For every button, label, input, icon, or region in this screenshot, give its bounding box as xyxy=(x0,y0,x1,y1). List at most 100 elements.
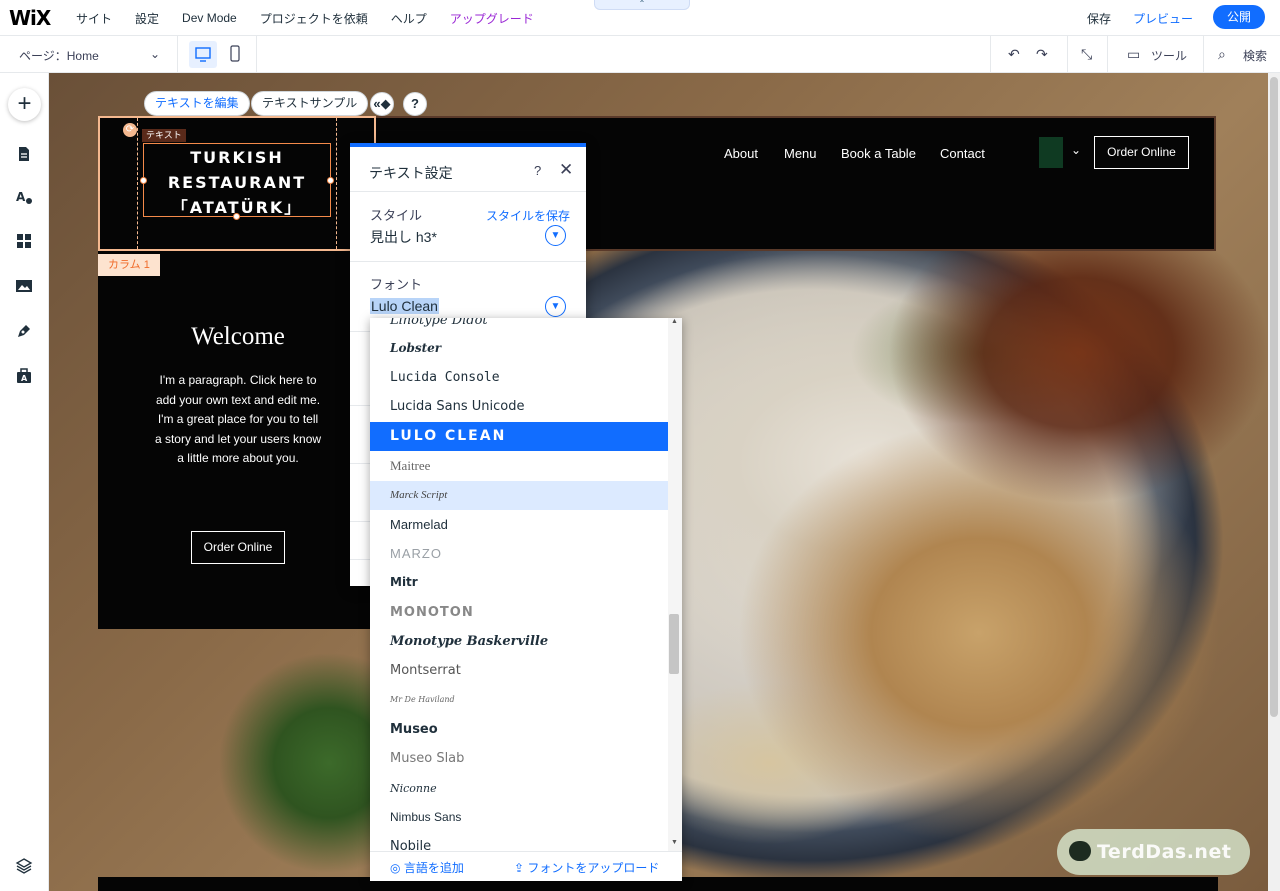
page-selector[interactable]: ページ：Home xyxy=(19,47,99,64)
save-button[interactable]: 保存 xyxy=(1087,10,1111,27)
nav-book-a-table[interactable]: Book a Table xyxy=(841,146,916,161)
chat-icon xyxy=(1069,841,1091,861)
close-icon[interactable]: ✕ xyxy=(559,160,573,180)
canvas-scroll-thumb[interactable] xyxy=(1270,77,1278,717)
font-option-hovered[interactable]: Marck Script xyxy=(370,481,668,510)
font-option[interactable]: Museo Slab xyxy=(370,744,668,773)
pages-icon[interactable] xyxy=(14,144,34,164)
wix-logo[interactable]: WiX xyxy=(9,6,51,30)
divider xyxy=(1203,36,1204,73)
chevron-down-icon[interactable]: ▼ xyxy=(545,225,566,246)
collapse-topbar-tab[interactable]: ⌃ xyxy=(594,0,690,10)
divider xyxy=(177,36,178,73)
menu-settings[interactable]: 設定 xyxy=(135,10,159,27)
text-samples-button[interactable]: テキストサンプル xyxy=(251,91,369,116)
font-option-selected[interactable]: LULO CLEAN xyxy=(370,422,668,451)
publish-button[interactable]: 公開 xyxy=(1213,5,1265,29)
globe-icon: ◎ xyxy=(390,861,404,875)
chevron-down-icon[interactable]: ▼ xyxy=(545,296,566,317)
nav-about[interactable]: About xyxy=(724,146,758,161)
desktop-view-button[interactable] xyxy=(189,41,217,68)
column-label[interactable]: カラム 1 xyxy=(98,254,160,276)
tools-button[interactable]: ツール xyxy=(1151,47,1187,64)
font-option[interactable]: Mitr xyxy=(370,568,668,597)
chevron-down-icon[interactable]: ⌄ xyxy=(1071,143,1081,157)
nav-contact[interactable]: Contact xyxy=(940,146,985,161)
help-icon[interactable]: ? xyxy=(534,163,541,178)
text-element-tag: テキスト xyxy=(142,129,186,142)
font-option[interactable]: Museo xyxy=(370,715,668,744)
font-option[interactable]: Lucida Sans Unicode xyxy=(370,392,668,421)
font-option[interactable]: Lucida Console xyxy=(370,363,668,392)
font-option[interactable]: Lobster xyxy=(370,334,668,363)
text-element-box[interactable] xyxy=(143,143,331,217)
menu-hire[interactable]: プロジェクトを依頼 xyxy=(260,10,368,27)
font-option[interactable]: MARZO xyxy=(370,539,668,568)
font-option[interactable]: Linotype Didot xyxy=(370,318,668,335)
tools-icon[interactable]: ▭ xyxy=(1127,47,1140,61)
column-order-online-button[interactable]: Order Online xyxy=(191,531,285,564)
upload-font-label: フォントをアップロード xyxy=(527,861,660,875)
font-option[interactable]: Monotype Baskerville xyxy=(370,627,668,656)
add-icon[interactable]: + xyxy=(8,88,41,121)
menu-dev-mode[interactable]: Dev Mode xyxy=(182,11,237,25)
language-flag[interactable] xyxy=(1039,137,1063,168)
save-style-link[interactable]: スタイルを保存 xyxy=(486,207,570,224)
style-value[interactable]: 見出し h3* xyxy=(370,227,437,247)
media-icon[interactable] xyxy=(14,276,34,296)
header-order-online-button[interactable]: Order Online xyxy=(1094,136,1189,169)
desktop-icon xyxy=(195,47,211,62)
zoom-out-icon[interactable]: ⤡ xyxy=(1081,47,1092,61)
scroll-down-icon[interactable]: ▼ xyxy=(671,839,678,846)
mobile-view-button[interactable] xyxy=(228,45,242,63)
help-icon[interactable]: ? xyxy=(403,92,427,116)
nav-menu[interactable]: Menu xyxy=(784,146,817,161)
resize-handle-right[interactable] xyxy=(327,177,334,184)
undo-icon[interactable]: ↶ xyxy=(1008,47,1020,61)
edit-text-button[interactable]: テキストを編集 xyxy=(144,91,250,116)
business-icon[interactable]: A xyxy=(14,366,34,386)
font-option[interactable]: MONOTON xyxy=(370,598,668,627)
canvas-scrollbar[interactable] xyxy=(1268,73,1280,891)
design-icon[interactable]: A xyxy=(14,187,34,207)
search-button[interactable]: 検索 xyxy=(1243,47,1267,64)
animation-icon[interactable]: «◆ xyxy=(370,92,394,116)
font-option[interactable]: Mr De Haviland xyxy=(370,685,668,714)
svg-text:A: A xyxy=(21,374,28,383)
menu-site[interactable]: サイト xyxy=(76,10,112,27)
chat-watermark-badge[interactable]: TerdDas.net xyxy=(1057,829,1250,875)
font-option[interactable]: Nimbus Sans xyxy=(370,803,668,832)
welcome-paragraph[interactable]: I'm a paragraph. Click here to add your … xyxy=(153,371,323,469)
search-icon[interactable]: ⌕ xyxy=(1218,47,1226,61)
font-dropdown-list[interactable]: Linotype Didot Lobster Lucida Console Lu… xyxy=(370,318,682,881)
upload-font-button[interactable]: ⇪ フォントをアップロード xyxy=(514,859,659,876)
chevron-down-icon[interactable]: ⌄ xyxy=(150,47,160,61)
font-list-scroll-thumb[interactable] xyxy=(669,614,679,674)
left-sidebar: + A A xyxy=(0,73,49,891)
redo-icon[interactable]: ↷ xyxy=(1036,47,1048,61)
resize-handle-bottom[interactable] xyxy=(233,213,240,220)
add-language-button[interactable]: ◎ 言語を追加 xyxy=(390,859,464,876)
divider xyxy=(1067,36,1068,73)
blog-icon[interactable] xyxy=(14,321,34,341)
font-value[interactable]: Lulo Clean xyxy=(370,298,439,314)
menu-help[interactable]: ヘルプ xyxy=(391,10,427,27)
scroll-up-icon[interactable]: ▲ xyxy=(671,318,678,325)
font-option[interactable]: Montserrat xyxy=(370,656,668,685)
rotate-icon[interactable]: ⟳ xyxy=(123,123,137,137)
font-option[interactable]: Niconne xyxy=(370,774,668,803)
menu-upgrade[interactable]: アップグレード xyxy=(450,10,534,27)
divider xyxy=(350,191,586,192)
divider xyxy=(1107,36,1108,73)
svg-text:A: A xyxy=(16,190,26,204)
font-list-scrollbar[interactable]: ▲ ▼ xyxy=(668,318,682,851)
layers-icon[interactable] xyxy=(14,856,34,876)
apps-icon[interactable] xyxy=(14,231,34,251)
welcome-heading[interactable]: Welcome xyxy=(98,323,378,351)
column-guide-right xyxy=(336,118,337,249)
resize-handle-left[interactable] xyxy=(140,177,147,184)
preview-button[interactable]: プレビュー xyxy=(1133,10,1193,27)
editor-top-bar: WiX サイト 設定 Dev Mode プロジェクトを依頼 ヘルプ アップグレー… xyxy=(0,0,1280,36)
font-option[interactable]: Marmelad xyxy=(370,510,668,539)
font-option[interactable]: Maitree xyxy=(370,451,668,480)
